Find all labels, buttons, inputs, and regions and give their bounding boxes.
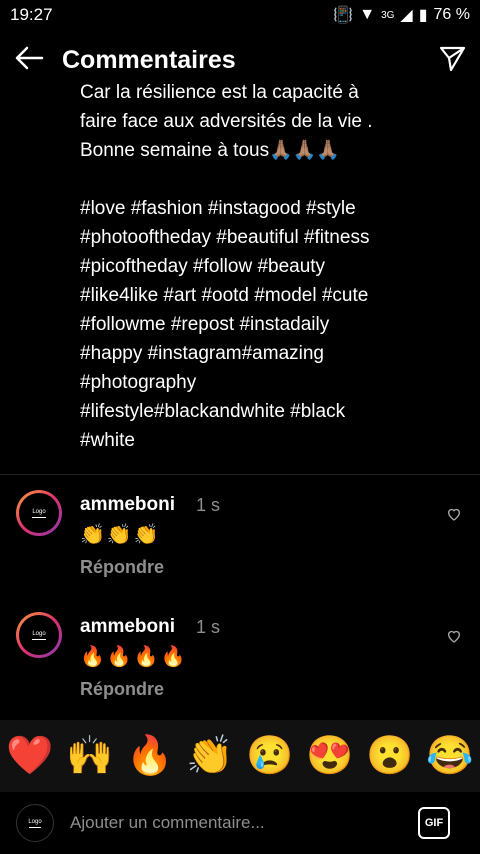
user-avatar: Logo <box>16 804 54 842</box>
status-icons: 📳 ▼ 3G ◢ ▮ 76 % <box>333 5 470 25</box>
reaction-heart-eyes[interactable]: 😍 <box>306 734 353 778</box>
wifi-icon: ▼ <box>359 6 376 23</box>
signal-icon: ◢ <box>400 7 413 24</box>
comment-username[interactable]: ammeboni <box>80 616 175 638</box>
page-title: Commentaires <box>62 45 236 74</box>
comment-time: 1 s <box>196 495 221 515</box>
avatar[interactable]: Logo <box>16 612 62 658</box>
reaction-cry[interactable]: 😢 <box>246 734 293 778</box>
reaction-heart[interactable]: ❤️ <box>6 734 53 778</box>
comment-1: Logo ammeboni 1 s 👏👏👏 Répondre <box>0 490 480 600</box>
battery-label: 76 % <box>433 6 470 23</box>
like-heart-icon[interactable] <box>446 506 462 522</box>
gif-button[interactable]: GIF <box>418 807 450 839</box>
like-heart-icon[interactable] <box>446 628 462 644</box>
comment-text: 👏👏👏 <box>80 524 161 546</box>
reaction-surprised[interactable]: 😮 <box>366 734 413 778</box>
divider <box>0 474 480 475</box>
reaction-clap[interactable]: 👏 <box>186 734 233 778</box>
comment-input-bar: Logo Ajouter un commentaire... GIF <box>0 792 480 854</box>
comment-text: 🔥🔥🔥🔥 <box>80 646 188 668</box>
reply-button[interactable]: Répondre <box>80 557 164 578</box>
reaction-laugh[interactable]: 😂 <box>426 734 473 778</box>
comment-input[interactable]: Ajouter un commentaire... <box>70 813 418 833</box>
comment-2: Logo ammeboni 1 s 🔥🔥🔥🔥 Répondre <box>0 612 480 722</box>
post-caption: Car la résilience est la capacité à fair… <box>80 82 373 451</box>
reaction-raised-hands[interactable]: 🙌 <box>66 734 113 778</box>
avatar[interactable]: Logo <box>16 490 62 536</box>
reaction-fire[interactable]: 🔥 <box>126 734 173 778</box>
network-label: 3G <box>381 9 395 21</box>
reply-button[interactable]: Répondre <box>80 679 164 700</box>
comment-username[interactable]: ammeboni <box>80 494 175 516</box>
share-icon[interactable] <box>438 44 466 77</box>
battery-icon: ▮ <box>418 7 428 24</box>
status-bar: 19:27 📳 ▼ 3G ◢ ▮ 76 % <box>0 0 480 30</box>
quick-reactions-bar: ❤️ 🙌 🔥 👏 😢 😍 😮 😂 <box>0 720 480 792</box>
comment-time: 1 s <box>196 617 221 637</box>
back-arrow-icon[interactable] <box>14 46 44 75</box>
vibrate-icon: 📳 <box>333 7 354 24</box>
status-time: 19:27 <box>10 5 53 24</box>
